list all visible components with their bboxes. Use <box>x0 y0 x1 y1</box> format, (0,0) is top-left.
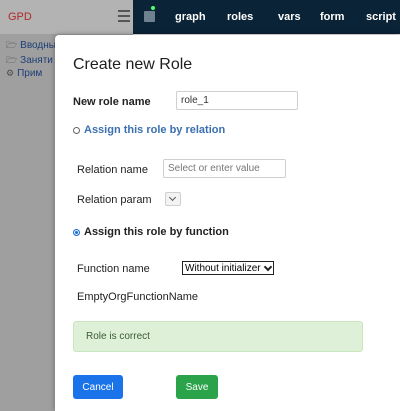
relation-radio[interactable] <box>73 126 80 134</box>
nav-vars[interactable]: vars <box>278 11 301 23</box>
assign-by-function-option[interactable]: Assign this role by function <box>73 226 229 238</box>
nav-form[interactable]: form <box>320 11 344 23</box>
assign-by-function-label: Assign this role by function <box>84 226 229 238</box>
save-button[interactable]: Save <box>176 375 218 399</box>
folder-icon: 🗁 <box>6 40 18 50</box>
new-role-name-label: New role name <box>73 96 151 108</box>
status-dot-icon <box>151 6 155 10</box>
function-name-label: Function name <box>77 263 150 275</box>
folder-icon: 🗁 <box>6 55 18 65</box>
status-message: Role is correct <box>86 331 150 342</box>
assign-by-relation-option[interactable]: Assign this role by relation <box>73 124 225 136</box>
status-alert: Role is correct <box>73 321 363 352</box>
tree-item-1[interactable]: 🗁 Вводные <box>6 38 62 54</box>
tree-item-label: Заняти <box>20 55 53 66</box>
create-role-modal: Create new Role New role name Assign thi… <box>55 35 400 411</box>
tree-item-3[interactable]: ⚙ Прим <box>6 68 42 79</box>
new-role-name-input[interactable] <box>176 91 298 110</box>
menu-icon[interactable] <box>118 10 130 22</box>
nav-graph[interactable]: graph <box>175 11 206 23</box>
relation-param-label: Relation param <box>77 194 152 206</box>
modal-title: Create new Role <box>73 56 193 73</box>
chevron-down-icon <box>263 262 272 271</box>
tree-item-label: Прим <box>17 68 43 79</box>
relation-name-label: Relation name <box>77 164 148 176</box>
function-name-select[interactable]: Without initializer <box>182 261 274 275</box>
relation-param-select[interactable] <box>165 192 181 206</box>
assign-by-relation-label: Assign this role by relation <box>84 124 226 136</box>
top-navigation: graph roles vars form script <box>133 0 400 34</box>
nav-roles[interactable]: roles <box>227 11 253 23</box>
nav-script[interactable]: script <box>366 11 396 23</box>
graph-icon[interactable] <box>144 11 155 22</box>
app-title: GPD <box>8 11 32 23</box>
relation-name-input[interactable] <box>163 159 286 178</box>
chevron-down-icon <box>168 193 177 202</box>
function-value-text: EmptyOrgFunctionName <box>77 291 199 303</box>
sidebar-header: GPD <box>0 0 133 34</box>
function-radio[interactable] <box>73 228 80 236</box>
gear-icon: ⚙ <box>6 68 15 78</box>
tree-item-2[interactable]: 🗁 Заняти <box>6 53 53 69</box>
function-name-selected: Without initializer <box>185 262 261 274</box>
cancel-button[interactable]: Cancel <box>73 375 123 399</box>
